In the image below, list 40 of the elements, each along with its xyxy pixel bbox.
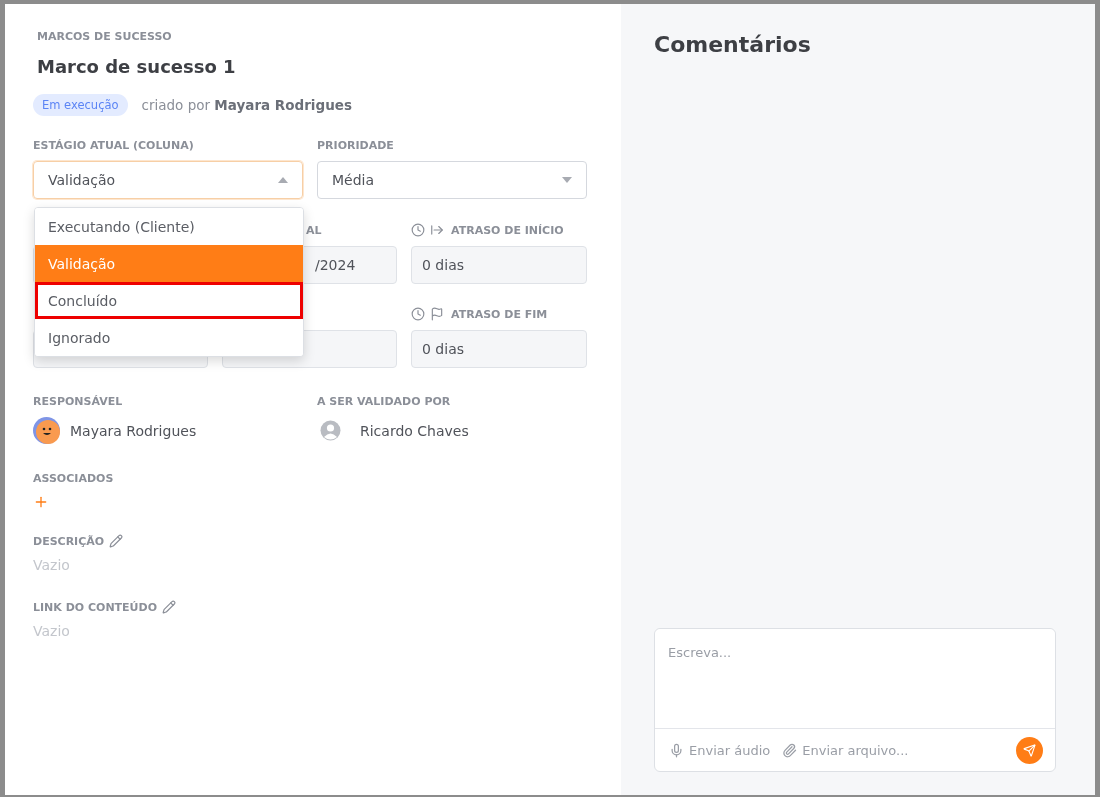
- milestone-title: Marco de sucesso 1: [37, 56, 237, 77]
- send-button[interactable]: [1016, 736, 1043, 764]
- edit-icon[interactable]: [109, 534, 124, 548]
- date-field[interactable]: 0 dias: [411, 246, 587, 284]
- caret-icon: [562, 177, 572, 183]
- field-label: DESCRIÇÃO: [33, 534, 105, 548]
- paperclip-icon: [782, 742, 798, 758]
- section-label: MARCOS DE SUCESSO: [37, 30, 173, 43]
- clock-icon: [411, 223, 425, 237]
- caret-icon: [278, 177, 288, 183]
- status-badge: Em execução: [33, 94, 128, 116]
- comments-title: Comentários: [654, 32, 812, 57]
- field-label: A SER VALIDADO POR: [317, 394, 451, 408]
- created-by-text: criado por Mayara Rodrigues: [141, 97, 352, 113]
- field-label: RESPONSÁVEL: [33, 394, 123, 408]
- empty-value: Vazio: [33, 557, 71, 573]
- person-name: Mayara Rodrigues: [70, 422, 197, 439]
- field-label: AL: [305, 223, 322, 237]
- dropdown-option[interactable]: Ignorado: [35, 319, 303, 356]
- dropdown-option[interactable]: Executando (Cliente): [35, 208, 303, 245]
- avatar-icon: [33, 417, 60, 444]
- field-label: ASSOCIADOS: [33, 471, 114, 485]
- microphone-icon: [669, 742, 684, 758]
- field-label: ATRASO DE INÍCIO: [450, 223, 564, 237]
- stage-select[interactable]: Validação: [33, 161, 303, 199]
- field-label: LINK DO CONTEÚDO: [33, 600, 158, 614]
- field-label: PRIORIDADE: [317, 138, 394, 152]
- send-icon: [1023, 743, 1036, 757]
- date-field[interactable]: 0 dias: [411, 330, 587, 368]
- arrow-right-icon: [430, 223, 444, 237]
- person-name: Ricardo Chaves: [360, 422, 469, 439]
- edit-icon[interactable]: [162, 600, 177, 614]
- dropdown-option[interactable]: Concluído: [35, 282, 303, 319]
- clock-icon: [411, 307, 425, 321]
- add-icon[interactable]: [33, 494, 49, 510]
- field-label: ESTÁGIO ATUAL (COLUNA): [33, 138, 194, 152]
- flag-icon: [430, 307, 444, 321]
- priority-select[interactable]: Média: [317, 161, 587, 199]
- empty-value: Vazio: [33, 623, 71, 639]
- field-label: ATRASO DE FIM: [450, 307, 548, 321]
